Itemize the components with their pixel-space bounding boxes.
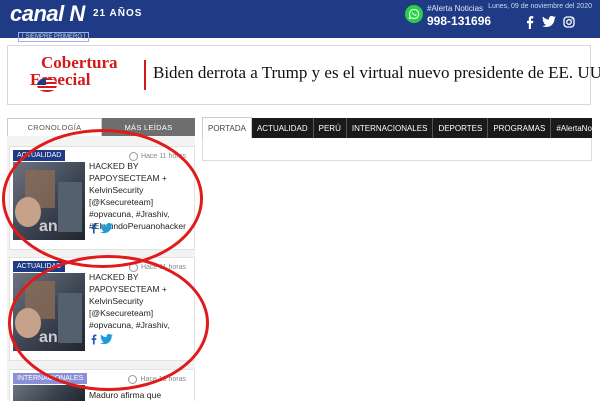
twitter-icon[interactable]	[542, 15, 556, 29]
nav-actualidad[interactable]: ACTUALIDAD	[252, 118, 314, 138]
anniversary-label: 21 AÑOS	[93, 8, 143, 19]
news-thumbnail[interactable]: an	[13, 162, 85, 240]
twitter-share-icon[interactable]	[100, 334, 113, 345]
facebook-icon[interactable]	[522, 15, 536, 29]
us-flag-icon	[37, 78, 57, 92]
current-date: Lunes, 09 de noviembre del 2020	[488, 3, 592, 10]
nav-deportes[interactable]: DEPORTES	[433, 118, 489, 138]
alerta-label: #Alerta Noticias	[427, 4, 484, 13]
nav-programas[interactable]: PROGRAMAS	[488, 118, 552, 138]
news-headline[interactable]: Maduro afirma que	[89, 389, 189, 401]
category-badge[interactable]: ACTUALIDAD	[13, 261, 66, 272]
share-icons	[90, 223, 113, 234]
special-coverage-banner[interactable]: Cobertura Especial Biden derrota a Trump…	[7, 45, 600, 105]
news-card[interactable]: INTERNACIONALES Hace 19 horas Maduro afi…	[9, 369, 195, 401]
section-nav: PORTADA ACTUALIDAD PERÚ INTERNACIONALES …	[202, 117, 600, 139]
share-icons	[90, 334, 113, 345]
banner-divider	[144, 60, 146, 90]
card-time-text: Hace 11 horas	[140, 264, 186, 271]
news-headline[interactable]: HACKED BY PAPOYSECTEAM + KelvinSecurity …	[89, 271, 189, 331]
nav-portada[interactable]: PORTADA	[202, 117, 252, 139]
nav-internacionales[interactable]: INTERNACIONALES	[347, 118, 434, 138]
nav-alerta-noticias[interactable]: #AlertaNoticias	[551, 118, 600, 138]
news-card[interactable]: ACTUALIDAD Hace 11 horas an HACKED BY PA…	[9, 146, 195, 250]
clock-icon	[128, 375, 138, 384]
news-thumbnail[interactable]: an	[13, 273, 85, 351]
nav-peru[interactable]: PERÚ	[314, 118, 347, 138]
news-card[interactable]: ACTUALIDAD Hace 11 horas an HACKED BY PA…	[9, 257, 195, 361]
card-timestamp: Hace 19 horas	[128, 375, 186, 384]
coverage-label-line1: Cobertura	[41, 53, 118, 72]
facebook-share-icon[interactable]	[90, 223, 97, 234]
card-time-text: Hace 11 horas	[140, 153, 186, 160]
instagram-icon[interactable]	[562, 15, 576, 29]
twitter-share-icon[interactable]	[100, 223, 113, 234]
tab-mas-leidas[interactable]: MÁS LEÍDAS	[102, 118, 195, 136]
alerta-phone[interactable]: 998-131696	[427, 14, 491, 28]
banner-headline[interactable]: Biden derrota a Trump y es el virtual nu…	[153, 63, 600, 83]
logo-text[interactable]: canal N	[10, 3, 89, 25]
news-headline[interactable]: HACKED BY PAPOYSECTEAM + KelvinSecurity …	[89, 160, 189, 232]
category-badge[interactable]: INTERNACIONALES	[13, 373, 88, 384]
social-links	[522, 15, 576, 29]
news-thumbnail[interactable]	[13, 385, 85, 401]
tab-cronologia[interactable]: CRONOLOGÍA	[7, 118, 102, 136]
section-content	[202, 138, 592, 161]
facebook-share-icon[interactable]	[90, 334, 97, 345]
category-badge[interactable]: ACTUALIDAD	[13, 150, 66, 161]
site-header: canal N [ SIEMPRE PRIMERO ] 21 AÑOS #Ale…	[0, 0, 600, 42]
card-time-text: Hace 19 horas	[140, 376, 186, 383]
news-tabs: CRONOLOGÍA MÁS LEÍDAS	[7, 118, 195, 136]
whatsapp-icon[interactable]	[405, 5, 423, 23]
logo-tagline: [ SIEMPRE PRIMERO ]	[18, 32, 90, 42]
logo[interactable]: canal N [ SIEMPRE PRIMERO ]	[10, 3, 90, 43]
